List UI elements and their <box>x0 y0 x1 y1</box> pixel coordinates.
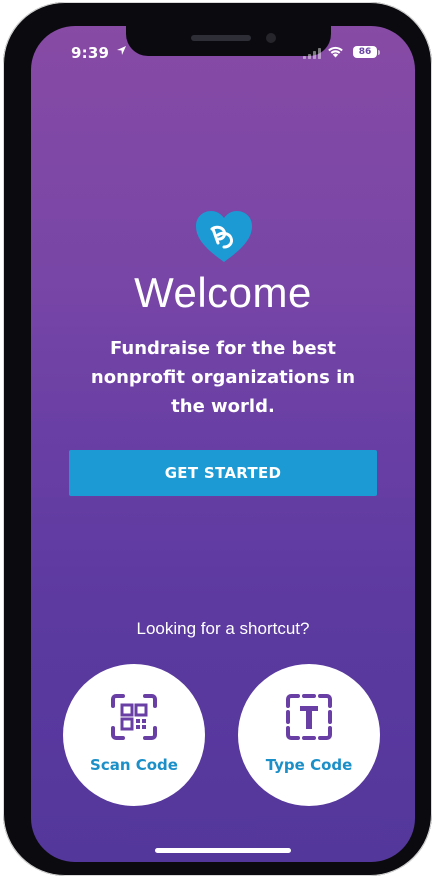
heart-logo-icon <box>196 211 252 262</box>
location-arrow-icon <box>117 46 126 55</box>
welcome-subtitle: Fundraise for the best nonprofit organiz… <box>90 338 356 417</box>
battery-tip <box>378 50 380 55</box>
text-box-icon <box>286 694 332 740</box>
welcome-title: Welcome <box>134 269 312 316</box>
type-code-button[interactable]: Type Code <box>238 664 380 806</box>
phone-frame: 9:39 86 Welcome Fundraise for the best n… <box>3 2 432 876</box>
front-camera <box>266 33 276 43</box>
get-started-button[interactable]: GET STARTED <box>69 450 377 496</box>
shortcut-prompt: Looking for a shortcut? <box>136 619 310 638</box>
cellular-signal-icon <box>303 48 321 59</box>
battery-indicator: 86 <box>353 46 377 58</box>
speaker-grille <box>191 35 251 41</box>
status-time: 9:39 <box>71 44 110 62</box>
scan-code-button[interactable]: Scan Code <box>63 664 205 806</box>
scan-code-label: Scan Code <box>90 756 178 774</box>
type-code-label: Type Code <box>265 756 353 774</box>
wifi-icon <box>328 46 343 58</box>
home-indicator[interactable] <box>155 848 291 853</box>
device-notch <box>126 26 331 56</box>
qr-code-icon <box>111 694 157 740</box>
app-screen: 9:39 86 Welcome Fundraise for the best n… <box>31 26 415 862</box>
